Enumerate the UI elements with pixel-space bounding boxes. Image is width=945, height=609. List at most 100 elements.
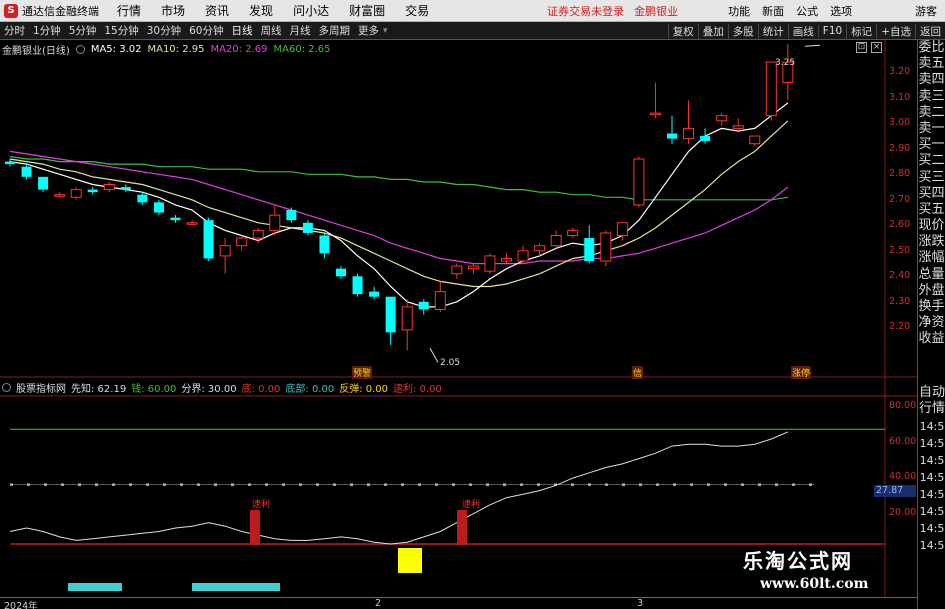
- watermark-title: 乐淘公式网: [743, 549, 853, 573]
- period-more[interactable]: 更多: [354, 23, 383, 38]
- period-15min[interactable]: 15分钟: [100, 23, 142, 38]
- period-1min[interactable]: 1分钟: [29, 23, 65, 38]
- candle-body: [683, 127, 695, 140]
- app-title: 通达信金融终端: [22, 4, 99, 18]
- period-monthly[interactable]: 月线: [286, 23, 315, 38]
- indicator-tick: 40.00: [889, 471, 917, 482]
- restore-rights-button[interactable]: 复权: [667, 23, 698, 39]
- sidebar-turnover[interactable]: 换手: [918, 299, 945, 315]
- sidebar-price[interactable]: 现价: [918, 218, 945, 234]
- candle-body: [385, 296, 396, 333]
- low-price-label: 2.05: [440, 358, 461, 368]
- menu-market[interactable]: 市场: [161, 2, 185, 19]
- draw-line-button[interactable]: 画线: [787, 23, 818, 39]
- price-tick: 2.80: [889, 168, 911, 179]
- sidebar-sell3[interactable]: 卖三: [918, 89, 945, 105]
- sidebar-auto[interactable]: 自动: [918, 385, 945, 401]
- function-button[interactable]: 功能: [728, 3, 750, 19]
- period-weekly[interactable]: 周线: [257, 23, 286, 38]
- more-dropdown-icon[interactable]: ▾: [383, 26, 388, 36]
- signal-xin: 信: [632, 366, 644, 379]
- sidebar-change[interactable]: 涨跌: [918, 234, 945, 250]
- options-button[interactable]: 选项: [830, 3, 852, 19]
- period-daily[interactable]: 日线: [228, 23, 257, 38]
- sidebar-time: 14:5: [919, 454, 945, 467]
- candle-body: [649, 112, 661, 116]
- price-tick: 2.40: [889, 270, 911, 281]
- indicator-gear-icon[interactable]: [2, 382, 11, 392]
- sidebar-buy2[interactable]: 买二: [918, 153, 945, 169]
- candle-body: [319, 235, 330, 254]
- guest-label[interactable]: 游客: [915, 3, 937, 19]
- candle-body: [667, 133, 677, 139]
- kline-chart[interactable]: [0, 40, 917, 597]
- period-30min[interactable]: 30分钟: [143, 23, 185, 38]
- overlay-button[interactable]: 叠加: [697, 23, 728, 39]
- candle-body: [633, 158, 645, 206]
- sidebar-time: 14:5: [919, 420, 945, 433]
- menu-wealth[interactable]: 财富圈: [349, 2, 385, 19]
- high-arrow: [804, 44, 821, 47]
- period-5min[interactable]: 5分钟: [65, 23, 101, 38]
- date-label: 2: [375, 598, 382, 609]
- menu-quotes[interactable]: 行情: [117, 2, 141, 19]
- multi-stock-button[interactable]: 多股: [727, 23, 758, 39]
- ma5-label: MA5: 3.02: [90, 43, 142, 55]
- formula-button[interactable]: 公式: [796, 3, 818, 19]
- login-status[interactable]: 证券交易未登录: [547, 3, 624, 19]
- sidebar-sell1[interactable]: 卖一: [918, 121, 945, 137]
- sidebar-sell5[interactable]: 卖五: [918, 56, 945, 72]
- title-bar: S 通达信金融终端 行情 市场 资讯 发现 问小达 财富圈 交易 证券交易未登录…: [0, 0, 945, 22]
- indicator-fenjie: 分界: 30.00: [181, 383, 237, 395]
- statistics-button[interactable]: 统计: [757, 23, 788, 39]
- sidebar-volume[interactable]: 总量: [918, 267, 945, 283]
- candle-body: [434, 291, 446, 310]
- menu-trade[interactable]: 交易: [405, 2, 429, 19]
- sidebar-buy1[interactable]: 买一: [918, 137, 945, 153]
- close-window-icon[interactable]: ×: [871, 42, 882, 53]
- period-tick[interactable]: 分时: [0, 23, 29, 38]
- candle-body: [584, 238, 595, 261]
- period-60min[interactable]: 60分钟: [185, 23, 227, 38]
- candle-body: [352, 276, 363, 295]
- toolbar-right: 复权 叠加 多股 统计 画线 F10 标记 +自选 返回: [667, 22, 945, 40]
- indicator-di: 底: 0.00: [241, 383, 281, 395]
- candle-body: [252, 229, 264, 239]
- ma20-line: [9, 150, 789, 265]
- mark-button[interactable]: 标记: [846, 23, 876, 39]
- restore-window-icon[interactable]: ⊡: [856, 42, 867, 53]
- sidebar-buy4[interactable]: 买四: [918, 186, 945, 202]
- sidebar-sell2[interactable]: 卖二: [918, 105, 945, 121]
- sidebar-buy3[interactable]: 买三: [918, 170, 945, 186]
- menu-discover[interactable]: 发现: [249, 2, 273, 19]
- sidebar-buy5[interactable]: 买五: [918, 202, 945, 218]
- candle-body: [70, 189, 82, 198]
- candle-body: [137, 194, 148, 203]
- sidebar-sell4[interactable]: 卖四: [918, 72, 945, 88]
- sidebar-outer[interactable]: 外盘: [918, 283, 945, 299]
- sidebar-nav[interactable]: 净资: [918, 315, 945, 331]
- indicator-spike: [457, 510, 467, 545]
- sidebar-quote[interactable]: 行情: [918, 401, 945, 417]
- indicator-tick: 60.00: [889, 436, 917, 447]
- new-page-button[interactable]: 新面: [762, 3, 784, 19]
- sidebar-pct[interactable]: 涨幅: [918, 250, 945, 266]
- menu-news[interactable]: 资讯: [205, 2, 229, 19]
- candle-body: [120, 187, 131, 190]
- indicator-bottom-bar: [192, 583, 280, 591]
- f10-button[interactable]: F10: [817, 25, 846, 37]
- indicator-current-value: 27.87: [874, 485, 916, 497]
- add-watchlist-button[interactable]: +自选: [876, 23, 915, 39]
- sidebar-time: 14:5: [919, 539, 945, 552]
- sidebar-eps[interactable]: 收益: [918, 331, 945, 347]
- period-multi[interactable]: 多周期: [315, 23, 355, 38]
- back-button[interactable]: 返回: [915, 23, 945, 39]
- app-logo-icon: S: [4, 3, 18, 18]
- candle-body: [616, 222, 628, 236]
- candle-body: [567, 229, 579, 236]
- settings-gear-icon[interactable]: [75, 44, 85, 54]
- menu-ask[interactable]: 问小达: [293, 2, 329, 19]
- sidebar-weibi[interactable]: 委比: [918, 40, 945, 56]
- candle-body: [401, 306, 413, 331]
- candle-body: [5, 161, 15, 165]
